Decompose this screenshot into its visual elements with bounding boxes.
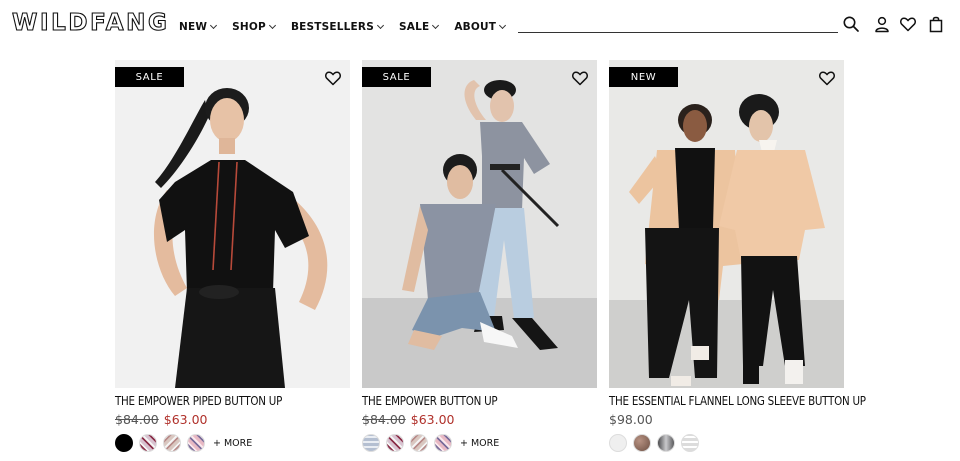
search-icon[interactable] — [842, 15, 860, 33]
color-swatch[interactable] — [362, 434, 380, 452]
original-price: $84.00 — [362, 412, 406, 427]
more-colors-link[interactable]: + MORE — [213, 438, 252, 449]
color-swatch[interactable] — [681, 434, 699, 452]
color-swatches: + MORE — [115, 434, 350, 452]
nav-item-about[interactable]: ABOUT — [454, 21, 507, 33]
color-swatches: + MORE — [362, 434, 597, 452]
regular-price: $98.00 — [609, 412, 653, 427]
model-photo — [115, 60, 350, 388]
site-header: WILDFANG NEW SHOP BESTSELLERS SALE ABOUT — [0, 0, 960, 52]
nav-item-label: ABOUT — [454, 21, 497, 33]
color-swatch[interactable] — [633, 434, 651, 452]
nav-item-label: BESTSELLERS — [290, 21, 374, 33]
nav-item-label: NEW — [179, 21, 208, 33]
chevron-down-icon — [210, 21, 218, 30]
chevron-down-icon — [268, 21, 276, 30]
sale-price: $63.00 — [163, 412, 208, 427]
wishlist-heart-icon[interactable] — [818, 69, 836, 87]
bag-icon[interactable] — [927, 15, 945, 33]
nav-item-new[interactable]: NEW — [179, 21, 218, 33]
product-price: $98.00 — [609, 412, 844, 427]
product-badge: SALE — [115, 67, 184, 87]
product-price: $84.00 $63.00 — [362, 412, 597, 427]
product-title[interactable]: THE ESSENTIAL FLANNEL LONG SLEEVE BUTTON… — [609, 394, 866, 408]
product-image[interactable]: NEW — [609, 60, 844, 388]
color-swatch[interactable] — [139, 434, 157, 452]
nav-item-bestsellers[interactable]: BESTSELLERS — [290, 21, 385, 33]
product-title[interactable]: THE EMPOWER BUTTON UP — [362, 394, 564, 408]
color-swatch[interactable] — [434, 434, 452, 452]
product-card[interactable]: NEW THE ESSENTIAL FLANNEL LONG SLEEVE BU… — [609, 60, 866, 452]
color-swatch[interactable] — [657, 434, 675, 452]
more-colors-link[interactable]: + MORE — [460, 438, 499, 449]
wishlist-heart-icon[interactable] — [324, 69, 342, 87]
model-photo — [362, 60, 597, 388]
nav-item-sale[interactable]: SALE — [398, 21, 440, 33]
nav-item-label: SALE — [398, 21, 430, 33]
model-photo — [609, 60, 844, 388]
chevron-down-icon — [432, 21, 440, 30]
product-image[interactable]: SALE — [362, 60, 597, 388]
product-badge: NEW — [609, 67, 678, 87]
product-card[interactable]: SALE THE EMPOWER PIPED BUTTON UP $84.00 $… — [115, 60, 350, 452]
sale-price: $63.00 — [410, 412, 455, 427]
main-nav: NEW SHOP BESTSELLERS SALE ABOUT — [179, 21, 521, 33]
color-swatch[interactable] — [163, 434, 181, 452]
color-swatch[interactable] — [609, 434, 627, 452]
brand-logo[interactable]: WILDFANG — [11, 9, 169, 36]
product-card[interactable]: SALE THE EMPOWER BUTTON UP $84.00 $63.00 … — [362, 60, 597, 452]
nav-item-shop[interactable]: SHOP — [232, 21, 276, 33]
nav-item-label: SHOP — [232, 21, 266, 33]
chevron-down-icon — [499, 21, 507, 30]
original-price: $84.00 — [115, 412, 159, 427]
heart-icon[interactable] — [899, 15, 917, 33]
product-title[interactable]: THE EMPOWER PIPED BUTTON UP — [115, 394, 317, 408]
wishlist-heart-icon[interactable] — [571, 69, 589, 87]
color-swatch[interactable] — [115, 434, 133, 452]
color-swatch[interactable] — [187, 434, 205, 452]
product-image[interactable]: SALE — [115, 60, 350, 388]
product-badge: SALE — [362, 67, 431, 87]
search-input[interactable] — [518, 32, 838, 33]
account-icon[interactable] — [873, 15, 891, 33]
color-swatch[interactable] — [410, 434, 428, 452]
color-swatches — [609, 434, 844, 452]
color-swatch[interactable] — [386, 434, 404, 452]
product-price: $84.00 $63.00 — [115, 412, 350, 427]
chevron-down-icon — [376, 21, 385, 30]
